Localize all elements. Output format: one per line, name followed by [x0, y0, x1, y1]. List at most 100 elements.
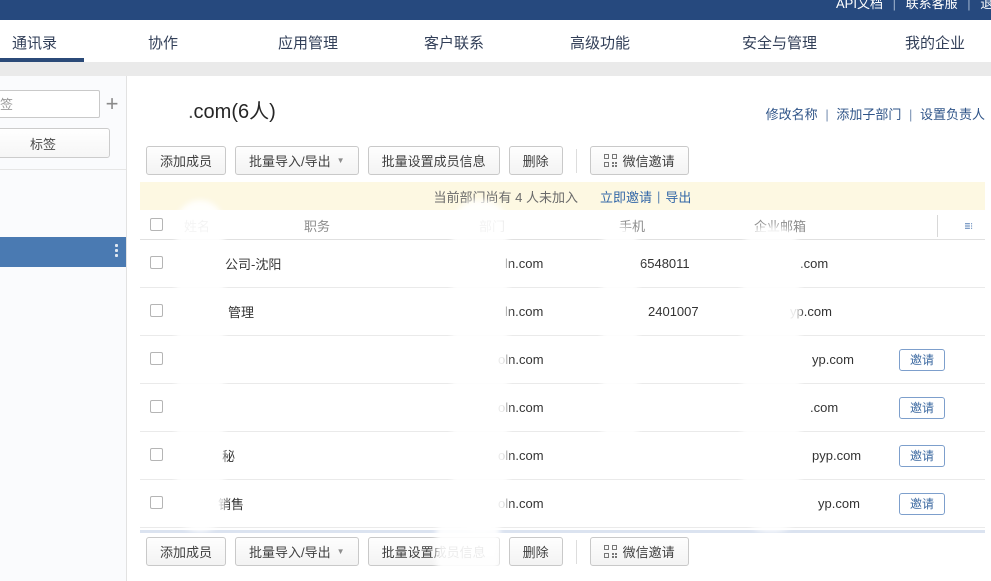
rename-link[interactable]: 修改名称 — [766, 107, 818, 122]
table-row: 管理 ln.com 2401007 yp.com — [140, 288, 985, 336]
column-header-job: 职务 — [296, 216, 471, 235]
select-all-checkbox[interactable] — [150, 218, 163, 231]
invite-button[interactable]: 邀请 — [899, 493, 945, 515]
batch-import-export-label: 批量导入/导出 — [249, 542, 331, 561]
member-name: 秘 — [176, 446, 296, 465]
batch-import-export-button[interactable]: 批量导入/导出 ▼ — [235, 537, 359, 566]
member-dept: oln.com — [471, 448, 611, 463]
member-name: 销售 — [176, 494, 296, 513]
toolbar-divider — [576, 149, 577, 173]
member-toolbar-top: 添加成员 批量导入/导出 ▼ 批量设置成员信息 删除 微信邀请 — [146, 146, 689, 175]
member-email: yp.com — [746, 304, 891, 319]
select-row-checkbox[interactable] — [150, 448, 163, 461]
select-row-checkbox[interactable] — [150, 400, 163, 413]
sidebar-item-selected-department[interactable] — [0, 237, 126, 267]
delete-button[interactable]: 删除 — [509, 146, 563, 175]
table-row: oln.com .com 邀请 — [140, 384, 985, 432]
select-row-checkbox[interactable] — [150, 256, 163, 269]
member-toolbar-bottom: 添加成员 批量导入/导出 ▼ 批量设置成员信息 删除 微信邀请 — [146, 537, 689, 566]
member-phone: 6548011 — [611, 256, 746, 271]
wechat-invite-label: 微信邀请 — [623, 542, 675, 561]
invite-button[interactable]: 邀请 — [899, 397, 945, 419]
table-row: oln.com yp.com 邀请 — [140, 336, 985, 384]
member-dept: oln.com — [471, 352, 611, 367]
invite-button[interactable]: 邀请 — [899, 349, 945, 371]
department-title: .com(6人) — [140, 95, 276, 124]
add-member-button[interactable]: 添加成员 — [146, 537, 226, 566]
tag-button[interactable]: 标签 — [0, 128, 110, 158]
member-email: .com — [746, 400, 891, 415]
main-nav: 通讯录 协作 应用管理 客户联系 高级功能 安全与管理 我的企业 — [0, 20, 991, 62]
column-header-email: 企业邮箱 — [746, 216, 891, 235]
member-dept: ln.com — [471, 256, 611, 271]
tab-customer-contact[interactable]: 客户联系 — [424, 32, 484, 53]
batch-import-export-button[interactable]: 批量导入/导出 ▼ — [235, 146, 359, 175]
topbar-links: API文档 | 联系客服 | 退出 — [836, 0, 991, 12]
column-settings-icon[interactable] — [965, 219, 973, 233]
member-table: 姓名 职务 部门 手机 企业邮箱 公司-沈阳 ln.com 6548011 .c… — [140, 212, 985, 528]
member-name: 管理 — [176, 302, 296, 321]
select-row-checkbox[interactable] — [150, 304, 163, 317]
separator: | — [825, 107, 828, 122]
table-row: 销售 oln.com yp.com 邀请 — [140, 480, 985, 528]
member-email: yp.com — [746, 352, 891, 367]
wechat-invite-button[interactable]: 微信邀请 — [590, 146, 689, 175]
member-phone: 2401007 — [611, 304, 746, 319]
column-header-phone: 手机 — [611, 216, 746, 235]
select-row-checkbox[interactable] — [150, 352, 163, 365]
invite-now-link[interactable]: 立即邀请 — [600, 187, 652, 206]
batch-import-export-label: 批量导入/导出 — [249, 151, 331, 170]
qr-code-icon — [604, 545, 617, 558]
member-dept: ln.com — [471, 304, 611, 319]
sidebar: + 标签 — [0, 76, 127, 581]
invite-button[interactable]: 邀请 — [899, 445, 945, 467]
sidebar-divider — [0, 169, 127, 170]
add-member-button[interactable]: 添加成员 — [146, 146, 226, 175]
member-email: yp.com — [746, 496, 891, 511]
tab-collaboration[interactable]: 协作 — [148, 32, 178, 53]
separator: | — [893, 0, 896, 11]
export-link[interactable]: 导出 — [665, 187, 691, 206]
tab-advanced-features[interactable]: 高级功能 — [570, 32, 630, 53]
api-docs-link[interactable]: API文档 — [836, 0, 883, 11]
add-sub-department-link[interactable]: 添加子部门 — [836, 107, 901, 122]
kebab-menu-icon[interactable] — [115, 244, 118, 257]
table-row: 秘 oln.com pyp.com 邀请 — [140, 432, 985, 480]
add-tag-button[interactable]: + — [101, 90, 123, 118]
member-email: pyp.com — [746, 448, 891, 463]
logout-link[interactable]: 退出 — [980, 0, 991, 11]
set-manager-link[interactable]: 设置负责人 — [920, 107, 985, 122]
select-row-checkbox[interactable] — [150, 496, 163, 509]
topbar: API文档 | 联系客服 | 退出 — [0, 0, 991, 20]
wechat-invite-button[interactable]: 微信邀请 — [590, 537, 689, 566]
department-actions: 修改名称 | 添加子部门 | 设置负责人 — [766, 104, 985, 123]
plus-icon: + — [106, 91, 119, 116]
column-header-dept: 部门 — [471, 216, 611, 235]
notice-text: 当前部门尚有 4 人未加入 — [434, 187, 578, 206]
member-name: 公司-沈阳 — [176, 254, 296, 273]
chevron-down-icon: ▼ — [337, 156, 345, 165]
divider-strip — [0, 62, 991, 76]
tab-my-enterprise[interactable]: 我的企业 — [905, 32, 965, 53]
toolbar-divider — [576, 540, 577, 564]
table-row: 公司-沈阳 ln.com 6548011 .com — [140, 240, 985, 288]
chevron-down-icon: ▼ — [337, 547, 345, 556]
member-email: .com — [746, 256, 891, 271]
delete-button[interactable]: 删除 — [509, 537, 563, 566]
contact-support-link[interactable]: 联系客服 — [906, 0, 958, 11]
table-bottom-divider — [140, 530, 985, 533]
header-divider — [937, 215, 938, 237]
qr-code-icon — [604, 154, 617, 167]
wechat-invite-label: 微信邀请 — [623, 151, 675, 170]
table-header-row: 姓名 职务 部门 手机 企业邮箱 — [140, 212, 985, 240]
member-dept: oln.com — [471, 400, 611, 415]
batch-set-member-info-button[interactable]: 批量设置成员信息 — [368, 537, 500, 566]
tab-contacts[interactable]: 通讯录 — [12, 32, 57, 53]
tag-search-input[interactable] — [0, 90, 100, 118]
column-header-name: 姓名 — [176, 216, 296, 235]
batch-set-member-info-button[interactable]: 批量设置成员信息 — [368, 146, 500, 175]
separator: | — [909, 107, 912, 122]
tab-security-management[interactable]: 安全与管理 — [742, 32, 817, 53]
tab-app-management[interactable]: 应用管理 — [278, 32, 338, 53]
separator: | — [657, 189, 660, 204]
